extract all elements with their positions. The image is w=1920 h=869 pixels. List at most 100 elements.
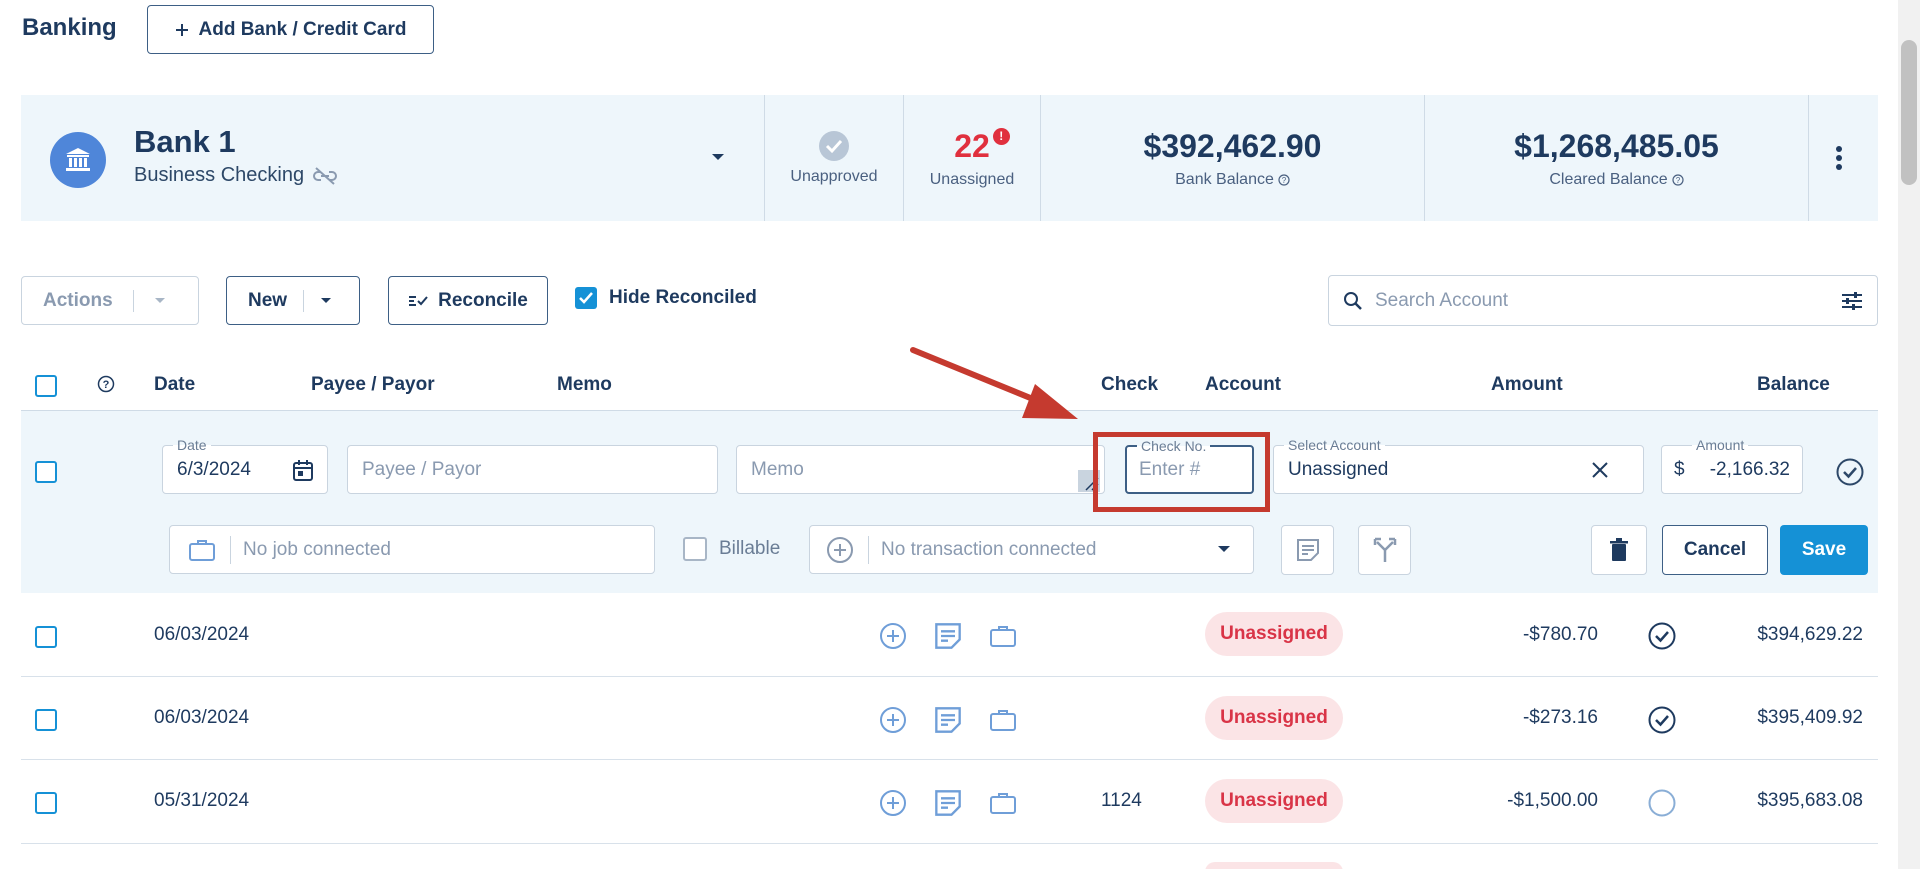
briefcase-icon[interactable]	[989, 789, 1017, 817]
cleared-balance-value: $1,268,485.05	[1514, 127, 1719, 164]
account-dropdown-icon[interactable]	[710, 152, 726, 162]
column-header-memo[interactable]: Memo	[557, 374, 612, 396]
field-divider	[230, 535, 231, 564]
actions-button[interactable]: Actions	[21, 276, 199, 325]
row-divider	[21, 759, 1878, 760]
actions-label: Actions	[43, 289, 113, 311]
cleared-check-icon[interactable]	[1648, 706, 1676, 734]
hide-reconciled-checkbox[interactable]	[575, 287, 597, 309]
column-header-balance[interactable]: Balance	[1757, 374, 1830, 396]
reconcile-label: Reconcile	[438, 289, 528, 311]
date-label: Date	[173, 437, 211, 453]
column-header-amount[interactable]: Amount	[1491, 374, 1563, 396]
annotation-arrow-icon	[910, 344, 1080, 424]
column-header-payee[interactable]: Payee / Payor	[311, 374, 435, 396]
account-status-badge[interactable]: Unassigned	[1205, 779, 1343, 823]
payee-field[interactable]: Payee / Payor	[347, 445, 718, 494]
row-actions	[879, 789, 1017, 817]
search-account-box[interactable]	[1328, 275, 1878, 326]
note-icon[interactable]	[934, 789, 962, 817]
row-checkbox[interactable]	[35, 709, 57, 731]
billable-toggle[interactable]: Billable	[683, 537, 780, 561]
chevron-down-icon	[320, 297, 332, 305]
search-input[interactable]	[1375, 289, 1829, 312]
select-all-checkbox[interactable]	[35, 375, 57, 397]
cancel-label: Cancel	[1683, 539, 1747, 560]
row-divider	[21, 843, 1878, 844]
trash-icon	[1609, 538, 1629, 562]
row-actions	[879, 622, 1017, 650]
unapproved-stat[interactable]: Unapproved	[765, 95, 903, 221]
plus-circle-icon[interactable]	[879, 706, 907, 734]
cleared-balance-label: Cleared Balance	[1549, 170, 1668, 188]
new-label: New	[248, 289, 288, 311]
column-header-date[interactable]: Date	[154, 374, 195, 396]
plus-circle-icon[interactable]	[879, 622, 907, 650]
chevron-down-icon[interactable]	[1217, 545, 1231, 554]
hide-reconciled-toggle[interactable]: Hide Reconciled	[575, 287, 757, 309]
account-status-badge[interactable]: Unassigned	[1205, 612, 1343, 656]
save-label: Save	[1801, 539, 1847, 560]
bank-account-type: Business Checking	[134, 164, 338, 187]
row-checkbox[interactable]	[35, 461, 57, 483]
amount-field[interactable]: Amount $ -2,166.32	[1661, 437, 1803, 494]
date-value: 6/3/2024	[177, 458, 251, 480]
calendar-icon[interactable]	[293, 459, 313, 481]
row-amount: -$1,500.00	[1507, 790, 1598, 811]
more-options-icon[interactable]	[1835, 145, 1843, 171]
date-field[interactable]: Date 6/3/2024	[162, 437, 328, 494]
bank-icon	[50, 132, 106, 188]
add-bank-label: Add Bank / Credit Card	[198, 18, 407, 40]
account-status-badge-partial	[1205, 862, 1343, 869]
plus-circle-icon[interactable]	[879, 789, 907, 817]
svg-text:?: ?	[1282, 176, 1287, 185]
plus-circle-icon[interactable]	[826, 536, 854, 564]
column-header-check[interactable]: Check	[1101, 374, 1158, 396]
row-divider	[21, 676, 1878, 677]
transaction-link-left: No transaction connected	[810, 535, 1096, 564]
help-icon[interactable]: ?	[1278, 173, 1290, 186]
svg-text:?: ?	[1675, 176, 1680, 185]
memo-field[interactable]: Memo	[736, 445, 1105, 494]
reconcile-button[interactable]: Reconcile	[388, 276, 548, 325]
scrollbar-thumb[interactable]	[1901, 40, 1917, 185]
bank-balance-stat: $392,462.90 Bank Balance ?	[1041, 95, 1424, 221]
briefcase-icon[interactable]	[989, 706, 1017, 734]
close-icon[interactable]	[1591, 461, 1609, 479]
account-select-field[interactable]: Select Account Unassigned	[1273, 437, 1644, 494]
row-checkbox[interactable]	[35, 792, 57, 814]
new-button[interactable]: New	[226, 276, 360, 325]
row-checkbox[interactable]	[35, 626, 57, 648]
cancel-button[interactable]: Cancel	[1662, 525, 1768, 575]
note-icon[interactable]	[934, 706, 962, 734]
help-icon[interactable]: ?	[97, 375, 115, 393]
payee-placeholder: Payee / Payor	[362, 458, 482, 480]
row-balance: $395,409.92	[1757, 707, 1863, 728]
row-amount: -$273.16	[1522, 707, 1598, 728]
link-off-icon[interactable]	[312, 166, 338, 186]
briefcase-icon[interactable]	[989, 622, 1017, 650]
unassigned-count-value: 22	[954, 127, 990, 164]
help-icon[interactable]: ?	[1672, 173, 1684, 186]
uncleared-circle-icon[interactable]	[1648, 789, 1676, 817]
unassigned-stat[interactable]: 22 ! Unassigned	[904, 95, 1040, 221]
approve-check-icon[interactable]	[1836, 458, 1864, 486]
column-header-account[interactable]: Account	[1205, 374, 1281, 396]
page-title: Banking	[22, 14, 117, 41]
add-bank-button[interactable]: Add Bank / Credit Card	[147, 5, 434, 54]
note-icon[interactable]	[934, 622, 962, 650]
job-field[interactable]: No job connected	[169, 525, 655, 574]
billable-checkbox[interactable]	[683, 537, 707, 561]
filter-sliders-icon[interactable]	[1841, 291, 1863, 311]
note-button[interactable]	[1281, 525, 1334, 575]
cleared-check-icon[interactable]	[1648, 622, 1676, 650]
split-button[interactable]	[1358, 525, 1411, 575]
reconcile-icon	[408, 294, 428, 308]
account-status-badge[interactable]: Unassigned	[1205, 696, 1343, 740]
job-placeholder: No job connected	[243, 538, 391, 560]
transaction-link-field[interactable]: No transaction connected	[809, 525, 1254, 574]
delete-button[interactable]	[1591, 525, 1647, 575]
unapproved-label: Unapproved	[790, 168, 878, 185]
save-button[interactable]: Save	[1780, 525, 1868, 575]
row-amount: -$780.70	[1522, 624, 1598, 645]
